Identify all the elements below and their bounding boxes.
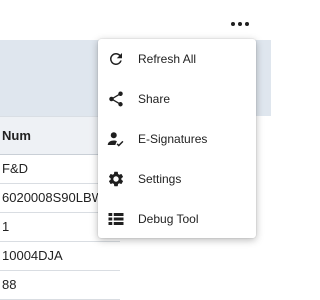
menu-item-settings[interactable]: Settings [98, 159, 256, 199]
table-row[interactable]: 88 [0, 271, 120, 300]
gear-icon [106, 169, 126, 189]
menu-item-debug-tool[interactable]: Debug Tool [98, 199, 256, 239]
table-cell: 88 [2, 277, 17, 292]
table-cell: 6020008S90LBW [2, 190, 104, 205]
more-options-button[interactable] [225, 14, 255, 34]
menu-item-label: E-Signatures [138, 132, 208, 146]
top-bar [0, 0, 271, 40]
menu-item-refresh-all[interactable]: Refresh All [98, 39, 256, 79]
table-cell: F&D [2, 161, 28, 176]
list-icon [106, 209, 126, 229]
e-signature-icon [106, 129, 126, 149]
more-dot-icon [245, 22, 249, 26]
table-cell: 1 [2, 219, 10, 234]
table-cell: 10004DJA [2, 248, 63, 263]
menu-item-share[interactable]: Share [98, 79, 256, 119]
menu-item-e-signatures[interactable]: E-Signatures [98, 119, 256, 159]
menu-item-label: Share [138, 92, 171, 106]
menu-item-label: Settings [138, 172, 182, 186]
more-dot-icon [231, 22, 235, 26]
more-dot-icon [238, 22, 242, 26]
options-menu: Refresh All Share E-Signatures Settings [98, 39, 256, 238]
refresh-icon [106, 49, 126, 69]
menu-item-label: Refresh All [138, 52, 197, 66]
table-row[interactable]: 10004DJA [0, 242, 120, 271]
menu-item-label: Debug Tool [138, 212, 199, 226]
share-icon [106, 89, 126, 109]
